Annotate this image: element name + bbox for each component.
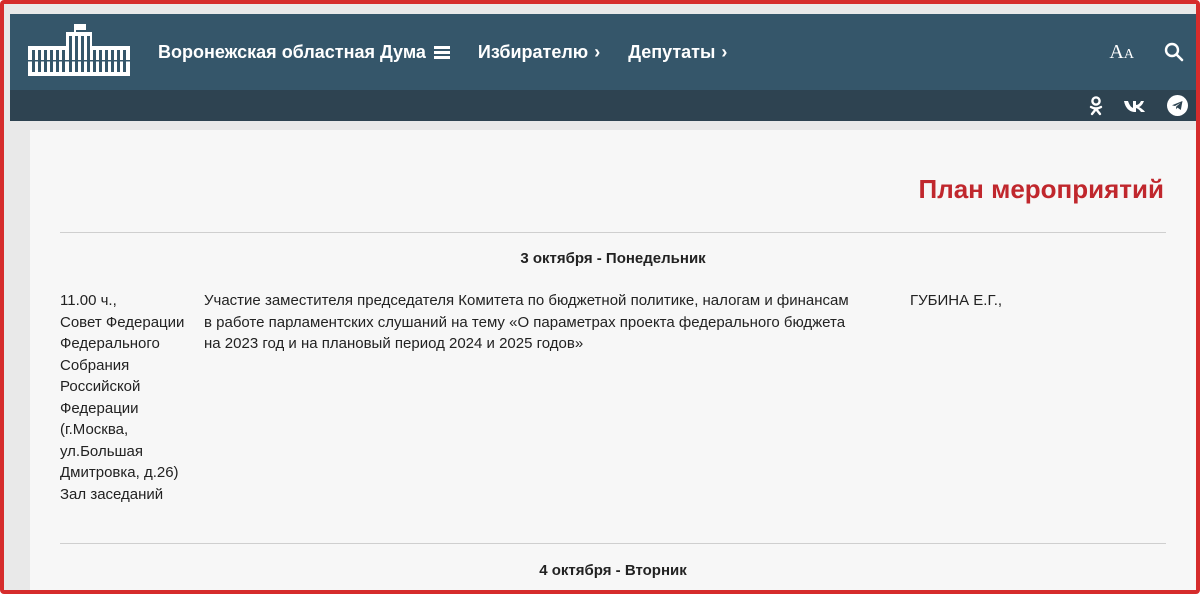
nav-item-deputies[interactable]: Депутаты › [628, 42, 727, 63]
duma-building-logo[interactable] [28, 22, 130, 78]
event-participant: ГУБИНА Е.Г., [910, 292, 1003, 309]
social-bar [10, 90, 1196, 121]
font-size-icon[interactable]: AA [1109, 41, 1134, 64]
divider [60, 543, 1166, 544]
telegram-icon[interactable] [1167, 95, 1188, 116]
day-heading: 3 октября - Понедельник [520, 250, 706, 267]
site-header: Воронежская областная Дума Избирателю › … [10, 14, 1196, 90]
divider [60, 232, 1166, 233]
odnoklassniki-icon[interactable] [1089, 95, 1103, 116]
event-description: Участие заместителя председателя Комитет… [204, 292, 849, 352]
nav-item-label: Воронежская областная Дума [158, 41, 426, 62]
nav-item-duma[interactable]: Воронежская областная Дума [158, 42, 450, 63]
social-links [1069, 90, 1188, 121]
vk-icon[interactable] [1123, 98, 1147, 114]
chevron-right-icon: › [594, 41, 601, 62]
nav-item-label: Депутаты [628, 41, 716, 62]
nav-item-label: Избирателю [477, 41, 589, 62]
main-nav: Воронежская областная Дума Избирателю › … [158, 14, 755, 90]
header-tools: AA [1109, 14, 1184, 90]
chevron-right-icon: › [721, 41, 728, 62]
main-content: План мероприятий 3 октября - Понедельник… [30, 130, 1196, 590]
browser-frame: Воронежская областная Дума Избирателю › … [0, 0, 1200, 594]
search-icon[interactable] [1164, 42, 1184, 62]
hamburger-icon[interactable] [433, 44, 450, 61]
page-title: План мероприятий [918, 174, 1165, 204]
nav-item-voters[interactable]: Избирателю › [478, 42, 600, 63]
event-time-place: 11.00 ч., Совет Федерации Федерального С… [60, 292, 185, 503]
day-heading: 4 октября - Вторник [539, 562, 687, 579]
